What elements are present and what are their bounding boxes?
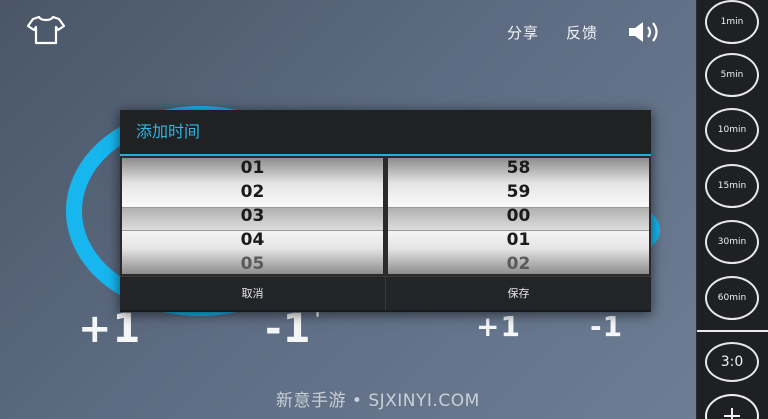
dialog-title: 添加时间 <box>120 110 651 156</box>
wheel-item[interactable]: 01 <box>388 228 649 252</box>
preset-sidebar: 1min 5min 10min 15min 30min 60min 3:0 <box>696 0 768 419</box>
add-timer-button[interactable] <box>705 394 759 419</box>
dialog-buttons: 取消 保存 <box>120 276 651 310</box>
wheel-item[interactable]: 01 <box>122 158 383 180</box>
preset-30min-button[interactable]: 30min <box>705 220 759 264</box>
wheel-item-selected[interactable]: 00 <box>388 204 649 228</box>
plus-one-minute-button[interactable]: +1 <box>78 306 141 352</box>
wheel-item-selected[interactable]: 03 <box>122 204 383 228</box>
minus-one-second-button[interactable]: -1 ' <box>590 301 633 343</box>
seconds-wheel[interactable]: 58 59 00 01 02 <box>388 158 649 274</box>
wheel-item[interactable]: 02 <box>122 180 383 204</box>
watermark: 新意手游 • SJXINYI.COM <box>276 391 480 411</box>
save-button[interactable]: 保存 <box>385 277 651 310</box>
time-picker: 01 02 03 04 05 58 59 00 01 02 <box>120 156 651 276</box>
wheel-item[interactable]: 02 <box>388 252 649 274</box>
preset-5min-button[interactable]: 5min <box>705 53 759 97</box>
share-button[interactable]: 分享 <box>507 22 539 43</box>
preset-15min-button[interactable]: 15min <box>705 164 759 208</box>
tshirt-icon[interactable] <box>27 15 65 45</box>
minutes-wheel[interactable]: 01 02 03 04 05 <box>122 158 383 274</box>
minus-one-minute-button[interactable]: -1 ' <box>265 306 322 352</box>
preset-60min-button[interactable]: 60min <box>705 276 759 320</box>
main-area: 分享 反馈 +1 -1 ' +1 ' -1 ' 添加时间 01 02 03 04 05 <box>0 0 696 419</box>
feedback-button[interactable]: 反馈 <box>566 22 598 43</box>
wheel-item[interactable]: 59 <box>388 180 649 204</box>
speaker-icon[interactable] <box>627 18 665 46</box>
preset-10min-button[interactable]: 10min <box>705 108 759 152</box>
sidebar-divider <box>697 330 768 332</box>
add-time-dialog: 添加时间 01 02 03 04 05 58 59 00 01 02 取消 保存 <box>120 110 651 312</box>
wheel-item[interactable]: 58 <box>388 158 649 180</box>
wheel-item[interactable]: 05 <box>122 252 383 274</box>
cancel-button[interactable]: 取消 <box>120 277 385 310</box>
wheel-item[interactable]: 04 <box>122 228 383 252</box>
custom-timer-button[interactable]: 3:0 <box>705 342 759 382</box>
preset-1min-button[interactable]: 1min <box>705 0 759 44</box>
plus-one-second-button[interactable]: +1 ' <box>476 301 531 343</box>
